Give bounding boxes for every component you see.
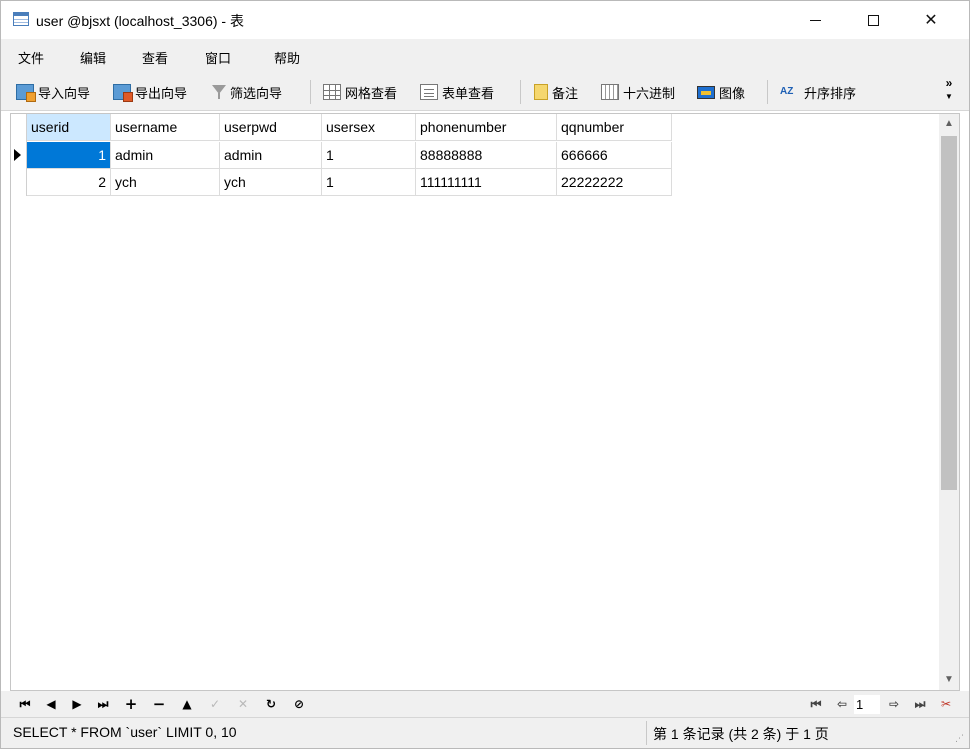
table-cell-username[interactable]: admin	[111, 142, 220, 169]
minimize-icon	[809, 19, 821, 21]
current-row-pointer-icon	[14, 149, 21, 161]
menu-help[interactable]: 帮助	[274, 48, 300, 67]
apply-changes-icon[interactable]: ✓	[207, 695, 223, 713]
image-button[interactable]: 图像	[697, 82, 745, 102]
column-header-username[interactable]: username	[111, 114, 220, 141]
sort-ascending-button[interactable]: AZ 升序排序	[780, 82, 856, 102]
toolbar: 导入向导 导出向导 筛选向导 网格查看 表单查看 备注 十六进制 图像 AZ 升…	[1, 73, 969, 111]
add-record-icon[interactable]: +	[123, 695, 139, 713]
grid-icon	[323, 84, 341, 100]
previous-record-icon[interactable]: ◀	[43, 695, 59, 713]
status-bar: SELECT * FROM `user` LIMIT 0, 10 第 1 条记录…	[1, 717, 969, 748]
table-cell-qqnumber[interactable]: 666666	[557, 142, 672, 169]
export-icon	[113, 84, 133, 102]
first-page-icon[interactable]: ⏮	[807, 695, 825, 713]
table-window: user @bjsxt (localhost_3306) - 表 ✕ 文件 编辑…	[0, 0, 970, 749]
import-wizard-button[interactable]: 导入向导	[16, 82, 90, 102]
column-header-qqnumber[interactable]: qqnumber	[557, 114, 672, 141]
column-header-usersex[interactable]: usersex	[322, 114, 416, 141]
data-grid[interactable]: userid username userpwd usersex phonenum…	[10, 113, 960, 691]
grid-view-button[interactable]: 网格查看	[323, 82, 397, 102]
resize-grip-icon[interactable]: ⋰	[955, 734, 964, 743]
filter-wizard-label: 筛选向导	[230, 85, 283, 101]
status-divider	[646, 721, 647, 745]
form-view-button[interactable]: 表单查看	[420, 82, 494, 102]
column-header-phonenumber[interactable]: phonenumber	[416, 114, 557, 141]
scroll-down-icon[interactable]: ▼	[939, 670, 959, 690]
memo-icon	[534, 84, 548, 100]
table-cell-usersex[interactable]: 1	[322, 169, 416, 196]
first-record-icon[interactable]: ⏮	[17, 695, 33, 713]
menu-window[interactable]: 窗口	[205, 48, 231, 67]
sort-ascending-label: 升序排序	[804, 85, 857, 101]
import-icon	[16, 84, 36, 102]
form-view-label: 表单查看	[442, 85, 495, 101]
last-record-icon[interactable]: ⏭	[95, 695, 111, 713]
table-cell-phonenumber[interactable]: 88888888	[416, 142, 557, 169]
delete-record-icon[interactable]: −	[151, 695, 167, 713]
table-icon	[13, 12, 29, 26]
record-navigation-bar: ⏮ ◀ ▶ ⏭ + − ▲ ✓ ✕ ↻ ⊘ ⏮ ⇦ 1 ⇨ ⏭ ✂	[1, 691, 969, 717]
grid-view-label: 网格查看	[345, 85, 398, 101]
page-number-input[interactable]: 1	[854, 695, 880, 714]
toolbar-divider	[767, 80, 768, 104]
scrollbar-thumb[interactable]	[941, 136, 957, 490]
hex-label: 十六进制	[623, 85, 676, 101]
vertical-scrollbar[interactable]: ▲ ▼	[939, 114, 959, 690]
window-title: user @bjsxt (localhost_3306) - 表	[36, 13, 244, 29]
column-header-userpwd[interactable]: userpwd	[220, 114, 322, 141]
hex-icon	[601, 84, 619, 100]
table-cell-userid[interactable]: 1	[27, 142, 111, 169]
previous-page-icon[interactable]: ⇦	[833, 695, 851, 713]
title-bar[interactable]: user @bjsxt (localhost_3306) - 表 ✕	[1, 1, 969, 39]
minimize-button[interactable]	[785, 1, 845, 39]
import-wizard-label: 导入向导	[38, 85, 91, 101]
chevron-double-right-icon: »	[945, 76, 953, 90]
filter-icon	[212, 84, 226, 100]
next-record-icon[interactable]: ▶	[69, 695, 85, 713]
cancel-changes-icon[interactable]: ✕	[235, 695, 251, 713]
table-cell-phonenumber[interactable]: 111111111	[416, 169, 557, 196]
maximize-button[interactable]	[843, 1, 903, 39]
table-cell-userid[interactable]: 2	[27, 169, 111, 196]
table-cell-username[interactable]: ych	[111, 169, 220, 196]
maximize-icon	[867, 14, 879, 26]
close-icon: ✕	[924, 10, 938, 29]
menu-edit[interactable]: 编辑	[80, 48, 106, 67]
chevron-down-icon: ▼	[945, 92, 953, 101]
last-page-icon[interactable]: ⏭	[911, 695, 929, 713]
table-cell-usersex[interactable]: 1	[322, 142, 416, 169]
table-cell-userpwd[interactable]: ych	[220, 169, 322, 196]
export-wizard-button[interactable]: 导出向导	[113, 82, 187, 102]
toolbar-overflow-button[interactable]: » ▼	[943, 77, 955, 101]
table-cell-qqnumber[interactable]: 22222222	[557, 169, 672, 196]
menu-view[interactable]: 查看	[142, 48, 168, 67]
move-up-icon[interactable]: ▲	[179, 695, 195, 713]
export-wizard-label: 导出向导	[135, 85, 188, 101]
status-sql-query: SELECT * FROM `user` LIMIT 0, 10	[13, 724, 237, 740]
scroll-up-icon[interactable]: ▲	[939, 114, 959, 134]
memo-button[interactable]: 备注	[534, 82, 578, 102]
close-button[interactable]: ✕	[901, 1, 961, 39]
image-icon	[697, 85, 715, 99]
memo-label: 备注	[552, 85, 579, 101]
filter-wizard-button[interactable]: 筛选向导	[212, 82, 282, 102]
form-icon	[420, 84, 438, 100]
hex-button[interactable]: 十六进制	[601, 82, 675, 102]
status-record-info: 第 1 条记录 (共 2 条) 于 1 页	[653, 726, 829, 742]
menu-file[interactable]: 文件	[18, 48, 44, 67]
column-header-userid[interactable]: userid	[27, 114, 111, 141]
stop-icon[interactable]: ⊘	[291, 695, 307, 713]
menu-bar: 文件 编辑 查看 窗口 帮助	[1, 39, 969, 73]
sort-az-icon: AZ	[780, 86, 794, 97]
table-cell-userpwd[interactable]: admin	[220, 142, 322, 169]
toolbar-divider	[310, 80, 311, 104]
toolbar-divider	[520, 80, 521, 104]
refresh-icon[interactable]: ↻	[263, 695, 279, 713]
tools-icon[interactable]: ✂	[937, 695, 955, 713]
image-label: 图像	[719, 85, 746, 101]
next-page-icon[interactable]: ⇨	[885, 695, 903, 713]
